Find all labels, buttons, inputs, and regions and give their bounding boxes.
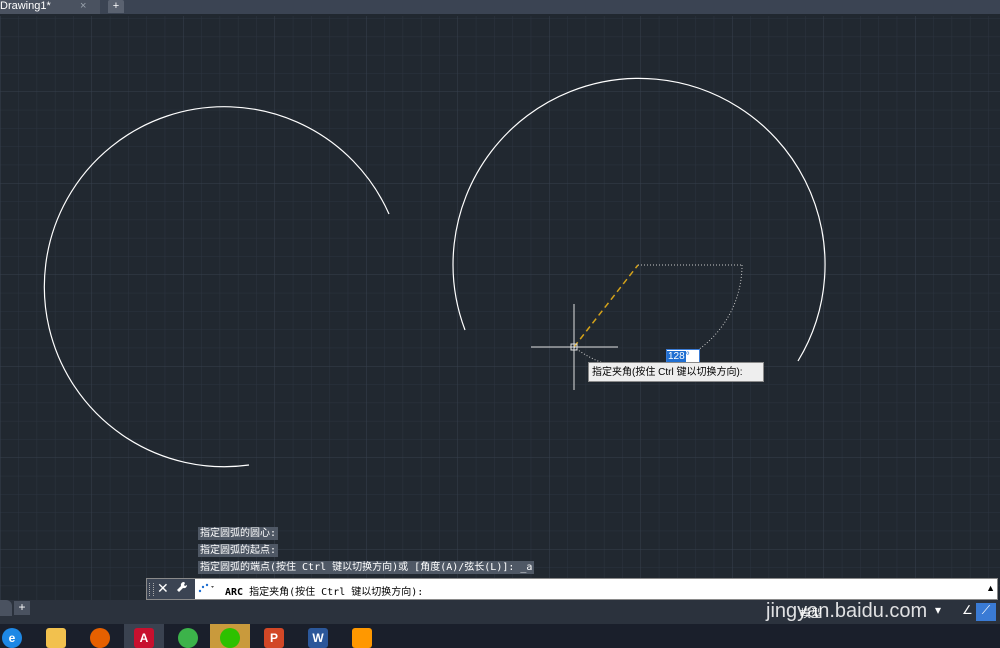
autocad-icon[interactable]: A bbox=[124, 624, 164, 648]
tab-drawing1[interactable]: Drawing1* × bbox=[0, 0, 100, 14]
close-tab-icon[interactable]: × bbox=[80, 0, 86, 13]
powerpoint-icon[interactable]: P bbox=[254, 624, 294, 648]
firefox-icon[interactable] bbox=[80, 624, 120, 648]
layout-tab[interactable] bbox=[0, 600, 12, 616]
app360-icon[interactable] bbox=[168, 624, 208, 648]
wechat-icon[interactable] bbox=[210, 624, 250, 648]
windows-taskbar: e A P W bbox=[0, 624, 1000, 648]
browser-icon[interactable]: e bbox=[0, 624, 40, 648]
degree-symbol: ° bbox=[685, 351, 690, 362]
recent-commands-icon[interactable] bbox=[197, 581, 217, 598]
add-layout-button[interactable]: + bbox=[14, 601, 30, 615]
command-history: 指定圆弧的圆心: 指定圆弧的起点: 指定圆弧的端点(按住 Ctrl 键以切换方向… bbox=[198, 524, 535, 575]
tab-label: Drawing1* bbox=[0, 0, 51, 12]
command-prompt-text: 指定夹角(按住 Ctrl 键以切换方向): bbox=[249, 587, 424, 598]
command-name: ARC bbox=[225, 587, 244, 598]
angle-value: 128 bbox=[667, 351, 686, 362]
snap-toggle-icon[interactable]: ⟋ bbox=[976, 603, 996, 621]
close-command-icon[interactable]: ✕ bbox=[157, 580, 169, 597]
wrench-icon[interactable] bbox=[176, 581, 188, 596]
grid-major bbox=[0, 16, 1000, 600]
command-tools: ✕ bbox=[147, 579, 195, 599]
command-tooltip: 指定夹角(按住 Ctrl 键以切换方向): bbox=[588, 362, 764, 382]
folder-icon[interactable] bbox=[36, 624, 76, 648]
history-line: 指定圆弧的起点: bbox=[198, 544, 279, 557]
new-tab-button[interactable]: + bbox=[108, 0, 124, 13]
command-prompt: ARC 指定夹角(按住 Ctrl 键以切换方向): bbox=[225, 583, 423, 598]
document-tabbar: Drawing1* × + bbox=[0, 0, 1000, 14]
angle-icon[interactable]: ∠ bbox=[962, 603, 973, 617]
drawing-svg bbox=[0, 16, 1000, 600]
command-line[interactable]: ✕ ARC 指定夹角(按住 Ctrl 键以切换方向): ▲ bbox=[146, 578, 998, 600]
sublime-icon[interactable] bbox=[342, 624, 382, 648]
drawing-canvas[interactable]: 128° 指定夹角(按住 Ctrl 键以切换方向): bbox=[0, 16, 1000, 600]
word-icon[interactable]: W bbox=[298, 624, 338, 648]
history-line: 指定圆弧的端点(按住 Ctrl 键以切换方向)或 [角度(A)/弦长(L)]: … bbox=[198, 561, 535, 574]
dropdown-icon[interactable]: ▾ bbox=[935, 603, 941, 617]
history-line: 指定圆弧的圆心: bbox=[198, 527, 279, 540]
history-scroll-icon[interactable]: ▲ bbox=[986, 583, 995, 593]
baidu-watermark-url: jingyan.baidu.com bbox=[766, 600, 928, 622]
grip-handle-icon[interactable] bbox=[149, 583, 154, 596]
